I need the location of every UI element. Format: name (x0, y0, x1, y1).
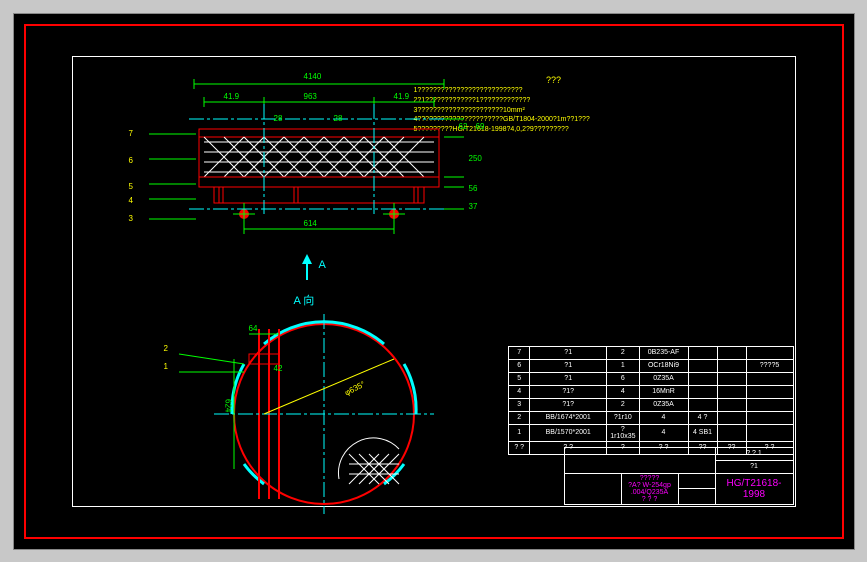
dim-right-margin: 41.9 (394, 92, 410, 101)
dim-bolt-span: 614 (304, 219, 317, 228)
callout-6: 6 (129, 156, 133, 165)
dim-inner-width: 963 (304, 92, 317, 101)
part-row-4: 4?1?416MnR (509, 385, 793, 398)
parts-list: 7?120B235-AF 6?11OCr18Ni9????5 5?160Z35A… (508, 346, 793, 455)
section-arrow-label: A (319, 259, 326, 271)
callout-2: 2 (164, 344, 168, 353)
dim-overall-width: 4140 (304, 72, 322, 81)
callout-4: 4 (129, 196, 133, 205)
dim-h2: 69 (476, 122, 485, 131)
cad-viewport[interactable]: ??? 1??????????????????????????? 2?1????… (13, 13, 855, 550)
part-row-7: 7?120B235-AF (509, 346, 793, 359)
part-row-6: 6?11OCr18Ni9????5 (509, 359, 793, 372)
part-row-2: 2BB/1674*2001?1r1044 ? (509, 411, 793, 424)
callout-7: 7 (129, 129, 133, 138)
dim-top2: 28 (334, 114, 343, 123)
dim-h4: 56 (469, 184, 478, 193)
callout-5: 5 (129, 182, 133, 191)
dim-h5: 37 (469, 202, 478, 211)
dim-h3: 250 (469, 154, 482, 163)
section-arrow-icon (292, 252, 322, 282)
callout-3: 3 (129, 214, 133, 223)
dim-h1: 62 (459, 122, 468, 131)
plan-view (174, 304, 454, 524)
dim-left-margin: 41.9 (224, 92, 240, 101)
part-row-5: 5?160Z35A (509, 372, 793, 385)
title-block: ? ? 1 ?1 ??????A? W-254gp .004/Q235A? ? … (564, 447, 794, 505)
dim-plan-d2: 42 (274, 364, 283, 373)
part-row-3: 3?1?20Z35A (509, 398, 793, 411)
elevation-view (144, 74, 464, 274)
dim-top1: 28 (274, 114, 283, 123)
part-row-1: 1BB/1570*2001?1r10x3544 SB1 (509, 424, 793, 441)
dim-plan-height: 624 (224, 399, 233, 412)
dim-plan-d1: 64 (249, 324, 258, 333)
window: ??? 1??????????????????????????? 2?1????… (0, 0, 867, 562)
callout-1: 1 (164, 362, 168, 371)
